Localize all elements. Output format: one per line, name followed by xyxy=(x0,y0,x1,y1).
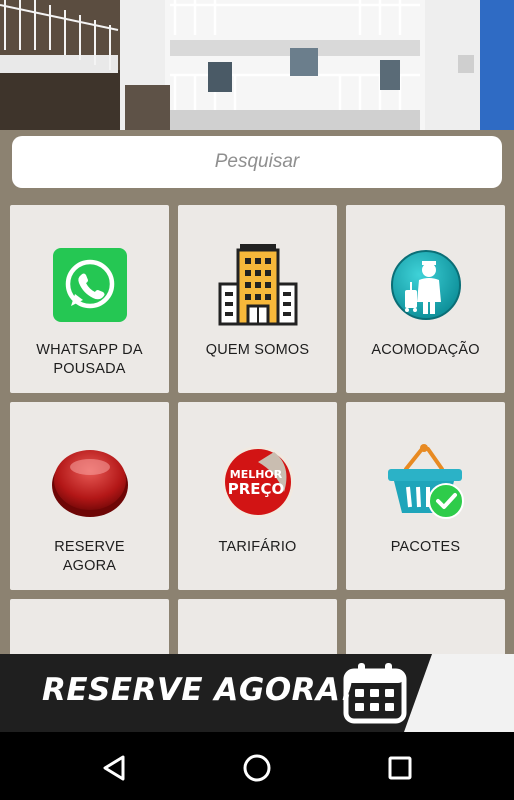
red-button-icon xyxy=(48,440,132,524)
whatsapp-icon xyxy=(48,243,132,327)
tile-label: QUEM SOMOS xyxy=(205,342,310,358)
banner-text: RESERVE AGORA! xyxy=(42,672,356,708)
palm-tree-icon xyxy=(48,637,132,654)
tile-label: ACOMODAÇÃO xyxy=(371,342,480,358)
tile-reserve-agora[interactable]: RESERVE AGORA xyxy=(10,402,169,590)
tile-icon xyxy=(384,643,468,654)
menu-grid: Pesquisar WHATSAPP DA POUSADA QUEM SOMOS… xyxy=(0,130,514,654)
tile-label: PACOTES xyxy=(390,539,461,555)
building-icon xyxy=(216,243,300,327)
tile-label: TARIFÁRIO xyxy=(218,539,297,555)
badge-line2: PREÇO xyxy=(227,480,284,498)
basket-check-icon xyxy=(384,440,468,524)
calendar-icon xyxy=(343,663,407,724)
tile-whatsapp[interactable]: WHATSAPP DA POUSADA xyxy=(10,205,169,393)
tile-tarifario[interactable]: MELHOR PREÇO TARIFÁRIO xyxy=(178,402,337,590)
tile-row3-1[interactable] xyxy=(10,599,169,654)
tile-label: WHATSAPP DA POUSADA xyxy=(36,342,143,377)
home-circle-icon[interactable] xyxy=(239,750,275,786)
tile-row3-2[interactable] xyxy=(178,599,337,654)
tile-acomodacao[interactable]: ACOMODAÇÃO xyxy=(346,205,505,393)
reserve-banner[interactable]: RESERVE AGORA! xyxy=(0,654,514,732)
building-photo xyxy=(0,0,514,130)
recents-square-icon[interactable] xyxy=(382,750,418,786)
tile-pacotes[interactable]: PACOTES xyxy=(346,402,505,590)
banner-accent xyxy=(404,654,514,732)
search-placeholder: Pesquisar xyxy=(214,151,300,172)
hero-photo xyxy=(0,0,514,130)
tile-row3-3[interactable] xyxy=(346,599,505,654)
tile-quem-somos[interactable]: QUEM SOMOS xyxy=(178,205,337,393)
system-nav-bar xyxy=(0,732,514,800)
bellboy-icon xyxy=(384,243,468,327)
tile-icon xyxy=(216,647,300,654)
search-input[interactable]: Pesquisar xyxy=(12,136,502,188)
best-price-badge-icon: MELHOR PREÇO xyxy=(216,440,300,524)
tile-label: RESERVE AGORA xyxy=(54,539,125,574)
back-triangle-icon[interactable] xyxy=(96,750,132,786)
